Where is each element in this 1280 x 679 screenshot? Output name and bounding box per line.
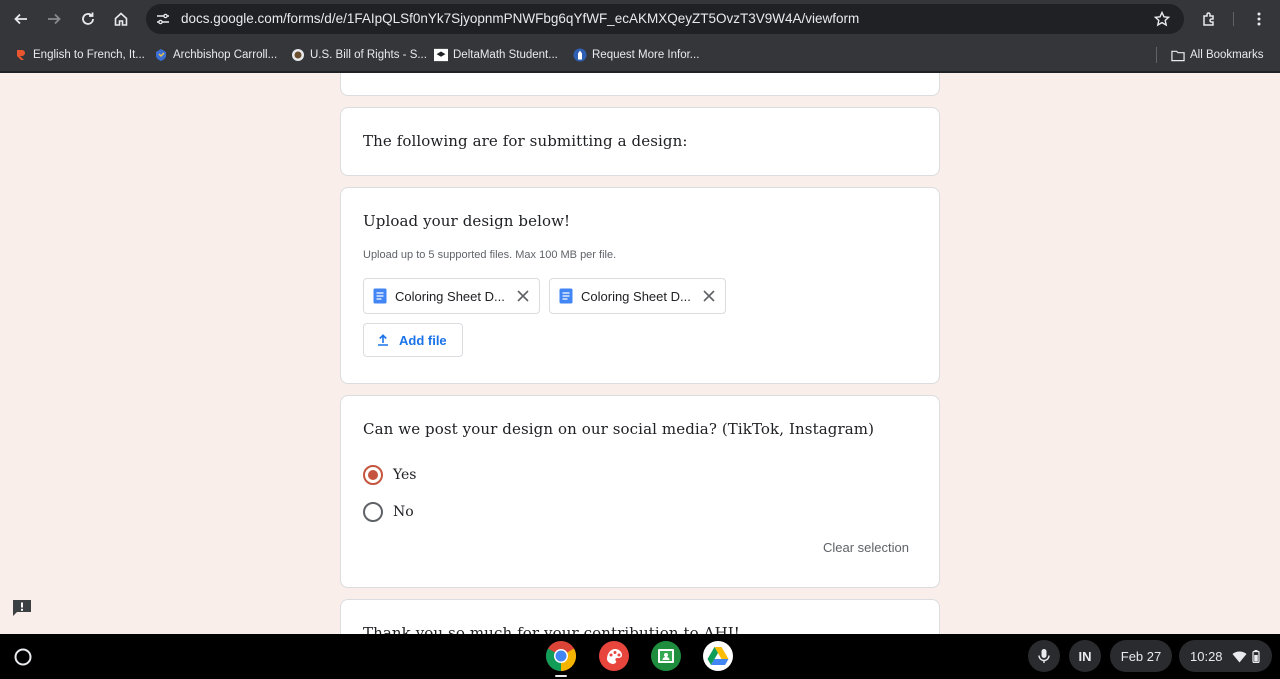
remove-file-icon[interactable] [702, 289, 716, 303]
file-name: Coloring Sheet D... [395, 288, 505, 304]
deltamath-icon [434, 48, 448, 62]
all-bookmarks-button[interactable]: All Bookmarks [1171, 46, 1264, 64]
classroom-app-icon[interactable] [650, 640, 682, 672]
bookmark-label: Request More Infor... [592, 49, 700, 61]
reverso-icon [14, 48, 28, 62]
battery-icon [1251, 649, 1260, 663]
report-feedback-icon[interactable] [12, 599, 32, 617]
site-info-icon[interactable] [156, 12, 170, 31]
toolbar-divider [1233, 12, 1234, 26]
back-icon[interactable] [8, 6, 34, 32]
bookmark-label: Archbishop Carroll... [173, 49, 278, 61]
tower-icon [573, 48, 587, 62]
bookmark-label: English to French, It... [33, 49, 145, 61]
bookmark-item[interactable]: U.S. Bill of Rights - S... [291, 46, 427, 64]
upload-question-title: Upload your design below! [363, 212, 571, 230]
radio-option-yes[interactable]: Yes [363, 465, 417, 485]
microphone-button[interactable] [1028, 640, 1060, 672]
radio-label: Yes [393, 467, 417, 483]
bookmark-label: U.S. Bill of Rights - S... [310, 49, 427, 61]
google-doc-icon [559, 288, 573, 304]
bookmark-star-icon[interactable] [1153, 10, 1171, 32]
add-file-button[interactable]: Add file [363, 323, 463, 357]
all-bookmarks-label: All Bookmarks [1190, 49, 1264, 61]
forward-icon[interactable] [41, 6, 67, 32]
section-text-card: The following are for submitting a desig… [340, 107, 940, 176]
canvas-app-icon[interactable] [598, 640, 630, 672]
radio-button[interactable] [363, 465, 383, 485]
radio-option-no[interactable]: No [363, 502, 414, 522]
wifi-icon [1232, 650, 1247, 662]
microphone-icon [1038, 649, 1050, 663]
reload-icon[interactable] [75, 6, 101, 32]
bookmark-item[interactable]: Request More Infor... [573, 46, 699, 64]
file-name: Coloring Sheet D... [581, 288, 691, 304]
launcher-icon[interactable] [9, 643, 36, 670]
thank-you-card: Thank you so much for your contribution … [340, 599, 940, 634]
bookmark-item[interactable]: Archbishop Carroll... [154, 46, 277, 64]
google-drive-app-icon[interactable] [702, 640, 734, 672]
google-doc-icon [373, 288, 387, 304]
upload-icon [378, 334, 388, 346]
active-app-indicator [555, 675, 567, 677]
school-crest-icon [154, 48, 168, 62]
upload-question-card: Upload your design below! Upload up to 5… [340, 187, 940, 384]
uploaded-file-chip[interactable]: Coloring Sheet D... [549, 278, 726, 314]
date-tray[interactable]: Feb 27 [1110, 640, 1172, 672]
thank-you-text: Thank you so much for your contribution … [363, 624, 740, 634]
browser-toolbar: docs.google.com/forms/d/e/1FAIpQLSf0nYk7… [0, 0, 1280, 38]
uploaded-file-chip[interactable]: Coloring Sheet D... [363, 278, 540, 314]
radio-button[interactable] [363, 502, 383, 522]
section-text: The following are for submitting a desig… [363, 132, 688, 150]
folder-icon [1171, 48, 1185, 62]
form-page: The following are for submitting a desig… [0, 73, 1280, 634]
seal-icon [291, 48, 305, 62]
chrome-app-icon[interactable] [545, 640, 577, 672]
clock-time: 10:28 [1190, 648, 1223, 664]
bookmark-item[interactable]: English to French, It... [14, 46, 145, 64]
remove-file-icon[interactable] [516, 289, 530, 303]
clear-selection-button[interactable]: Clear selection [823, 540, 909, 555]
bookmarks-bar: English to French, It... Archbishop Carr… [0, 38, 1280, 72]
upload-hint: Upload up to 5 supported files. Max 100 … [363, 249, 617, 261]
bookmark-label: DeltaMath Student... [453, 49, 558, 61]
bookmarks-divider [1156, 47, 1157, 63]
social-question-title: Can we post your design on our social me… [363, 420, 875, 438]
bookmark-item[interactable]: DeltaMath Student... [434, 46, 558, 64]
add-file-label: Add file [399, 332, 447, 348]
address-bar[interactable]: docs.google.com/forms/d/e/1FAIpQLSf0nYk7… [146, 4, 1184, 34]
radio-label: No [393, 504, 414, 520]
home-icon[interactable] [108, 6, 134, 32]
os-shelf: IN Feb 27 10:28 [0, 634, 1280, 679]
menu-kebab-icon[interactable] [1246, 6, 1272, 32]
status-tray[interactable]: 10:28 [1179, 640, 1272, 672]
previous-question-card [340, 73, 940, 96]
url-text: docs.google.com/forms/d/e/1FAIpQLSf0nYk7… [181, 11, 860, 26]
social-question-card: Can we post your design on our social me… [340, 395, 940, 588]
extensions-icon[interactable] [1196, 6, 1222, 32]
input-method-indicator[interactable]: IN [1069, 640, 1101, 672]
